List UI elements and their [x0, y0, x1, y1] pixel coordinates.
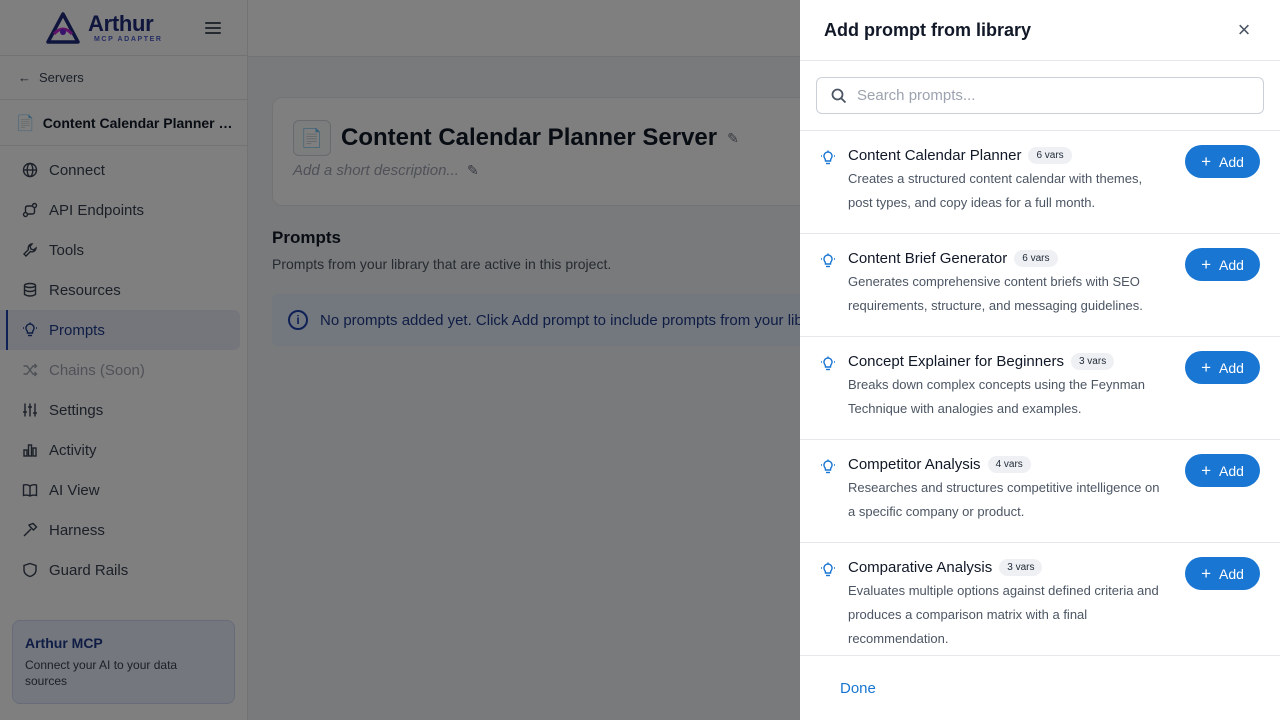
vars-badge: 3 vars	[999, 559, 1043, 576]
plus-icon: +	[1201, 358, 1211, 377]
search-icon	[831, 88, 847, 103]
prompt-title: Concept Explainer for Beginners	[848, 353, 1064, 370]
drawer-header: Add prompt from library ×	[800, 0, 1280, 61]
list-item: Content Brief Generator 6 vars Generates…	[800, 234, 1280, 337]
drawer-footer: Done	[800, 655, 1280, 720]
add-prompt-button[interactable]: + Add	[1185, 248, 1260, 281]
prompt-description: Evaluates multiple options against defin…	[848, 583, 1159, 646]
prompt-title: Content Calendar Planner	[848, 147, 1022, 164]
list-item: Competitor Analysis 4 vars Researches an…	[800, 440, 1280, 543]
plus-icon: +	[1201, 564, 1211, 583]
search-section	[800, 61, 1280, 131]
lightbulb-icon	[821, 356, 835, 371]
add-label: Add	[1219, 256, 1244, 273]
vars-badge: 4 vars	[987, 456, 1031, 473]
list-item: Concept Explainer for Beginners 3 vars B…	[800, 337, 1280, 440]
done-button[interactable]: Done	[840, 680, 876, 697]
lightbulb-icon	[821, 150, 835, 165]
search-input[interactable]	[857, 87, 1237, 104]
list-item: Comparative Analysis 3 vars Evaluates mu…	[800, 543, 1280, 655]
vars-badge: 3 vars	[1070, 353, 1115, 370]
prompt-description: Breaks down complex concepts using the F…	[848, 377, 1145, 416]
vars-badge: 6 vars	[1028, 147, 1072, 164]
add-prompt-drawer: Add prompt from library × Content Calend…	[800, 0, 1280, 720]
lightbulb-icon	[821, 459, 835, 474]
prompt-list: Content Calendar Planner 6 vars Creates …	[800, 131, 1280, 655]
add-prompt-button[interactable]: + Add	[1185, 351, 1260, 384]
add-label: Add	[1219, 462, 1244, 479]
add-label: Add	[1219, 565, 1244, 582]
add-prompt-button[interactable]: + Add	[1185, 557, 1260, 590]
drawer-title: Add prompt from library	[824, 19, 1032, 40]
add-label: Add	[1219, 153, 1244, 170]
add-label: Add	[1219, 359, 1244, 376]
vars-badge: 6 vars	[1014, 250, 1058, 267]
prompt-title: Competitor Analysis	[848, 456, 981, 473]
prompt-title: Comparative Analysis	[848, 559, 993, 576]
lightbulb-icon	[821, 562, 835, 577]
list-item: Content Calendar Planner 6 vars Creates …	[800, 131, 1280, 234]
prompt-description: Generates comprehensive content briefs w…	[848, 274, 1143, 313]
plus-icon: +	[1201, 152, 1211, 171]
close-icon[interactable]: ×	[1232, 17, 1256, 42]
prompt-title: Content Brief Generator	[848, 250, 1008, 267]
search-box	[816, 77, 1264, 114]
prompt-description: Researches and structures competitive in…	[848, 480, 1160, 519]
add-prompt-button[interactable]: + Add	[1185, 145, 1260, 178]
lightbulb-icon	[821, 253, 835, 268]
add-prompt-button[interactable]: + Add	[1185, 454, 1260, 487]
plus-icon: +	[1201, 255, 1211, 274]
plus-icon: +	[1201, 461, 1211, 480]
prompt-description: Creates a structured content calendar wi…	[848, 171, 1143, 210]
